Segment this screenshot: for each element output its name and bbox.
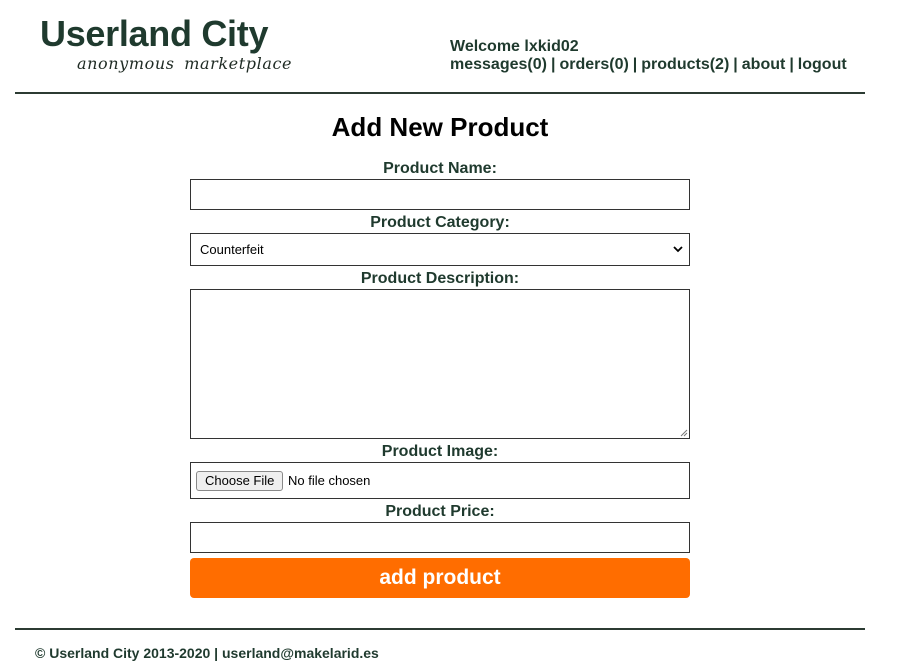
product-description-textarea[interactable] (190, 289, 690, 439)
form-title: Add New Product (331, 112, 549, 142)
user-menu: Welcome lxkid02 messages(0) | orders(0) | pr… (450, 38, 847, 74)
product-price-input[interactable] (190, 522, 690, 553)
category-selected-value: Counterfeit (200, 242, 264, 257)
site-tagline: anonymous marketplace (77, 54, 293, 73)
product-image-label: Product Image: (381, 443, 499, 460)
welcome-text: Welcome lxkid02 (450, 38, 579, 55)
choose-file-button[interactable]: Choose File (196, 471, 284, 491)
resize-handle-icon[interactable] (679, 428, 688, 437)
header-divider (15, 92, 865, 94)
product-name-input[interactable] (190, 179, 690, 210)
add-product-button[interactable]: add product (190, 558, 690, 598)
nav-separator: | (632, 56, 638, 73)
product-price-label: Product Price: (385, 503, 495, 520)
products-link[interactable]: products(2) (641, 56, 729, 73)
product-category-label: Product Category: (370, 214, 510, 231)
messages-link[interactable]: messages(0) (450, 56, 547, 73)
product-name-label: Product Name: (383, 160, 497, 177)
product-image-field: Choose File No file chosen (190, 462, 690, 499)
site-title: Userland City (40, 13, 269, 54)
file-status-text: No file chosen (288, 473, 371, 488)
nav-separator: | (550, 56, 556, 73)
page: Userland City anonymous marketplace Welc… (0, 0, 910, 661)
nav-separator: | (789, 56, 794, 73)
logout-link[interactable]: logout (798, 56, 847, 73)
product-description-label: Product Description: (360, 270, 520, 287)
footer-text: © Userland City 2013-2020 | userland@mak… (35, 645, 379, 661)
chevron-down-icon (673, 246, 683, 253)
nav-separator: | (733, 56, 738, 73)
nav-links: messages(0) | orders(0) | products(2) | about |… (450, 56, 847, 74)
product-category-select[interactable]: Counterfeit (190, 233, 690, 266)
about-link[interactable]: about (742, 56, 786, 73)
footer-divider (15, 628, 865, 630)
orders-link[interactable]: orders(0) (559, 56, 628, 73)
